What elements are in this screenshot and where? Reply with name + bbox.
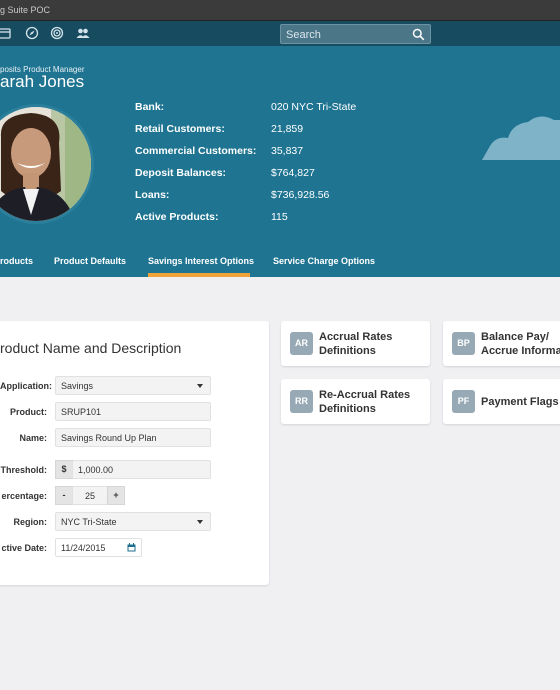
top-navbar — [0, 21, 560, 46]
tile-label-line: Re-Accrual Rates — [319, 389, 411, 401]
increment-button[interactable]: + — [107, 486, 125, 505]
region-label: Region: — [13, 517, 48, 527]
stat-label-bank: Bank: — [135, 101, 165, 113]
tile-label-line: Definitions — [319, 403, 376, 415]
stat-label-commercial-customers: Commercial Customers: — [135, 145, 257, 157]
tile-label-line: Definitions — [319, 345, 376, 357]
percentage-stepper[interactable]: 25 — [72, 486, 108, 505]
tile-balance-pay[interactable]: BP Balance Pay/ Accrue Informat — [443, 321, 560, 366]
product-field[interactable]: SRUP101 — [55, 402, 211, 421]
profile-name: arah Jones — [0, 72, 85, 91]
tile-badge: PF — [452, 390, 475, 413]
percentage-label: ercentage: — [1, 491, 47, 501]
threshold-field[interactable]: 1,000.00 — [72, 460, 211, 479]
tile-label: Payment Flags — [481, 395, 559, 409]
window-titlebar: g Suite POC — [0, 0, 560, 21]
application-label: Application: — [0, 381, 52, 391]
tile-label: Accrual Rates Definitions — [319, 330, 392, 358]
name-value: Savings Round Up Plan — [61, 433, 157, 443]
name-field[interactable]: Savings Round Up Plan — [55, 428, 211, 447]
users-icon[interactable] — [75, 26, 91, 40]
tile-re-accrual-rates[interactable]: RR Re-Accrual Rates Definitions — [281, 379, 430, 424]
stat-label-retail-customers: Retail Customers: — [135, 123, 225, 135]
search-icon[interactable] — [412, 28, 425, 41]
window-title: g Suite POC — [0, 5, 51, 15]
tile-payment-flags[interactable]: PF Payment Flags — [443, 379, 560, 424]
name-label: Name: — [19, 433, 47, 443]
target-icon[interactable] — [50, 26, 64, 40]
threshold-value: 1,000.00 — [78, 465, 114, 475]
form-title: roduct Name and Description — [0, 340, 182, 356]
tile-label: Balance Pay/ Accrue Informat — [481, 330, 560, 358]
stat-value-loans: $736,928.56 — [271, 189, 330, 201]
region-value: NYC Tri-State — [61, 517, 117, 527]
tile-label-line: Accrual Rates — [319, 331, 393, 343]
tab-product-defaults[interactable]: Product Defaults — [54, 256, 126, 266]
stat-value-active-products: 115 — [271, 211, 288, 223]
calendar-icon[interactable] — [127, 543, 136, 552]
threshold-label: Threshold: — [0, 465, 48, 475]
effective-date-label: ctive Date: — [1, 543, 47, 553]
chevron-down-icon — [197, 384, 203, 388]
effective-date-value: 11/24/2015 — [61, 543, 106, 553]
product-label: Product: — [10, 407, 47, 417]
search-input[interactable] — [286, 27, 406, 42]
product-value: SRUP101 — [61, 407, 102, 417]
tile-accrual-rates[interactable]: AR Accrual Rates Definitions — [281, 321, 430, 366]
tab-service-charge-options[interactable]: Service Charge Options — [273, 256, 375, 266]
tile-badge: BP — [452, 332, 475, 355]
stat-label-loans: Loans: — [135, 189, 170, 201]
region-select[interactable]: NYC Tri-State — [55, 512, 211, 531]
active-tab-indicator — [148, 273, 250, 277]
tile-badge: AR — [290, 332, 313, 355]
tile-label: Re-Accrual Rates Definitions — [319, 388, 410, 416]
stat-label-active-products: Active Products: — [135, 211, 219, 223]
cloud-icon — [482, 116, 560, 160]
search-box — [280, 24, 431, 44]
tile-label-line: Payment Flags — [481, 396, 559, 408]
stat-value-retail-customers: 21,859 — [271, 123, 304, 135]
stat-value-bank: 020 NYC Tri-State — [271, 101, 357, 113]
compass-icon[interactable] — [25, 26, 39, 40]
application-value: Savings — [61, 381, 94, 391]
tab-savings-interest-options[interactable]: Savings Interest Options — [148, 256, 254, 266]
tab-products[interactable]: roducts — [0, 256, 33, 266]
tile-badge: RR — [290, 390, 313, 413]
stat-label-deposit-balances: Deposit Balances: — [135, 167, 227, 179]
tile-label-line: Balance Pay/ — [481, 331, 549, 343]
stat-value-deposit-balances: $764,827 — [271, 167, 315, 179]
application-select[interactable]: Savings — [55, 376, 211, 395]
card-icon[interactable] — [0, 26, 11, 40]
tile-label-line: Accrue Informat — [481, 345, 560, 357]
chevron-down-icon — [197, 520, 203, 524]
effective-date-field[interactable]: 11/24/2015 — [55, 538, 142, 557]
decrement-button[interactable]: - — [55, 486, 73, 505]
percentage-value: 25 — [84, 491, 95, 501]
currency-prefix: $ — [55, 460, 73, 479]
stat-value-commercial-customers: 35,837 — [271, 145, 304, 157]
